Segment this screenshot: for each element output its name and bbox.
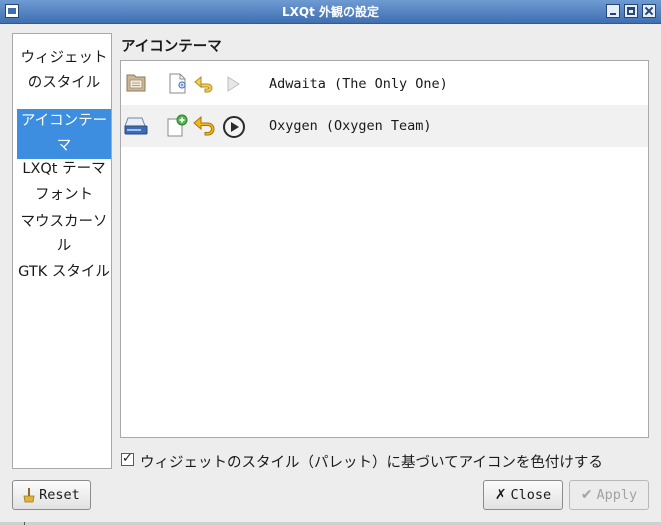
close-window-button[interactable] [642, 4, 656, 18]
play-icon [227, 76, 240, 92]
checkmark-icon: ✔ [580, 487, 593, 503]
sidebar-item-label: LXQt テーマ [22, 161, 106, 177]
page-title: アイコンテーマ [121, 39, 222, 55]
sidebar-item-font[interactable]: フォント [17, 183, 111, 207]
reset-button[interactable]: Reset [12, 480, 91, 510]
window-title: LXQt 外観の設定 [281, 5, 379, 19]
colorize-icons-checkbox[interactable] [121, 451, 134, 466]
sidebar-item-widget-style[interactable]: ウィジェットのスタイル [17, 46, 111, 96]
theme-name: Oxygen (Oxygen Team) [269, 118, 432, 134]
sidebar-item-label: GTK スタイル [18, 264, 110, 280]
sidebar-item-label: マウスカーソル [20, 214, 108, 254]
new-document-icon [169, 73, 186, 94]
sidebar-item-mouse-cursor[interactable]: マウスカーソル [17, 210, 111, 258]
category-sidebar: ウィジェットのスタイル アイコンテーマ LXQt テーマ フォント マウスカーソ… [12, 33, 112, 469]
sidebar-item-label: アイコンテーマ [20, 113, 108, 154]
sidebar-item-gtk-style[interactable]: GTK スタイル [17, 260, 111, 284]
sidebar-item-icon-theme[interactable]: アイコンテーマ [17, 109, 111, 159]
drive-icon [124, 117, 148, 135]
apply-button[interactable]: ✔ Apply [569, 480, 649, 510]
close-button-label: Close [510, 487, 552, 503]
broom-icon [23, 488, 35, 503]
theme-row-adwaita[interactable]: Adwaita (The Only One) [121, 63, 648, 105]
theme-name: Adwaita (The Only One) [269, 76, 448, 92]
reset-button-label: Reset [39, 487, 80, 503]
undo-icon [193, 115, 215, 136]
icon-theme-list: Adwaita (The Only One) Oxygen (Oxygen Te… [120, 60, 649, 438]
play-icon [223, 116, 245, 138]
folder-icon [126, 74, 146, 92]
theme-row-oxygen[interactable]: Oxygen (Oxygen Team) [121, 105, 648, 147]
undo-icon [194, 75, 213, 93]
close-button[interactable]: ✗ Close [483, 480, 563, 510]
colorize-icons-label: ウィジェットのスタイル（パレット）に基づいてアイコンを色付けする [140, 455, 603, 471]
sidebar-item-label: フォント [35, 187, 93, 203]
new-document-icon [167, 114, 188, 137]
sidebar-item-lxqt-theme[interactable]: LXQt テーマ [17, 157, 111, 181]
apply-button-label: Apply [596, 487, 638, 503]
minimize-button[interactable] [606, 4, 620, 18]
sidebar-item-label: ウィジェットのスタイル [20, 50, 108, 91]
maximize-button[interactable] [624, 4, 638, 18]
close-icon: ✗ [494, 487, 507, 503]
title-bar: LXQt 外観の設定 [0, 0, 661, 24]
